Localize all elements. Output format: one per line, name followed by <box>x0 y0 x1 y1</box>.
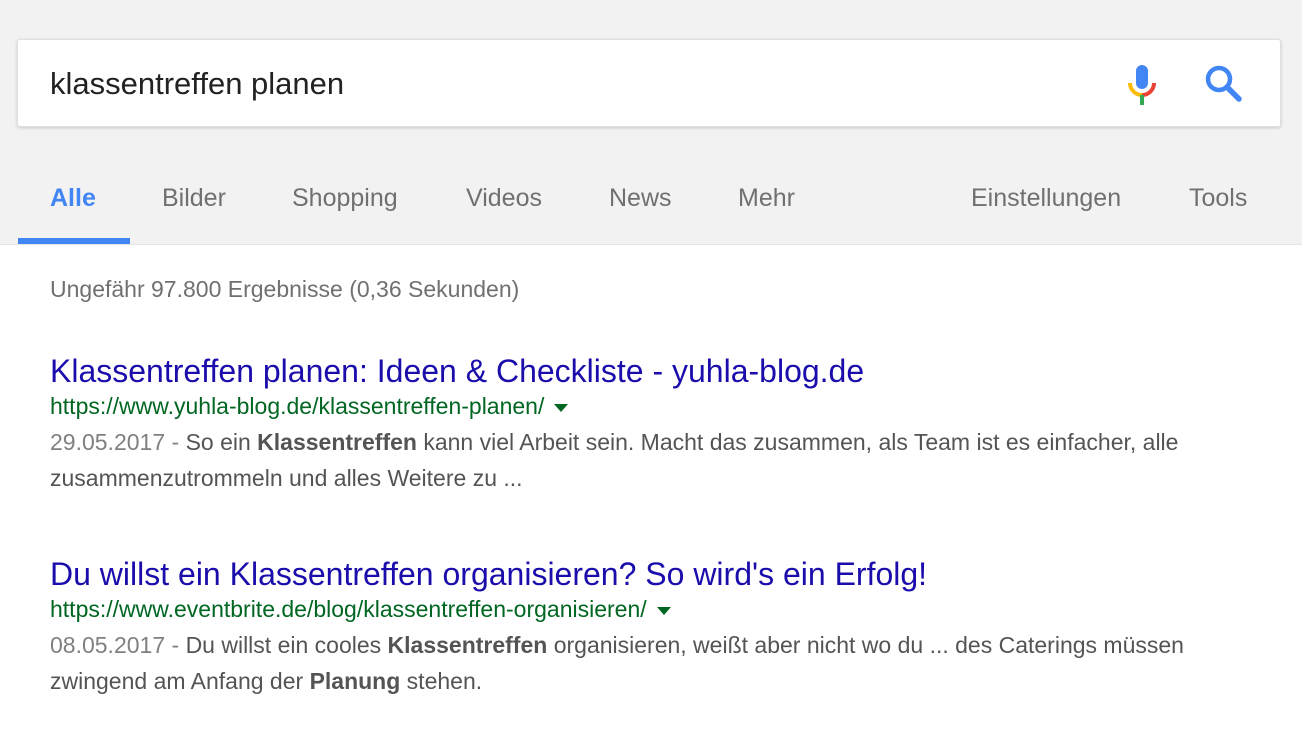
tab-einstellungen[interactable]: Einstellungen <box>971 184 1121 213</box>
snippet-highlight: Planung <box>309 668 401 694</box>
search-box <box>17 39 1281 127</box>
result-title-link[interactable]: Du willst ein Klassentreffen organisiere… <box>50 555 1270 593</box>
search-button[interactable] <box>1202 62 1246 106</box>
dropdown-arrow-icon[interactable] <box>554 403 569 412</box>
result-url[interactable]: https://www.yuhla-blog.de/klassentreffen… <box>50 393 544 419</box>
search-tabs: Alle Bilder Shopping Videos News Mehr Ei… <box>0 168 1302 244</box>
active-tab-indicator <box>18 238 130 244</box>
result-stats: Ungefähr 97.800 Ergebnisse (0,36 Sekunde… <box>50 276 520 302</box>
snippet-highlight: Klassentreffen <box>257 429 417 455</box>
header-area: Alle Bilder Shopping Videos News Mehr Ei… <box>0 0 1302 245</box>
result-url[interactable]: https://www.eventbrite.de/blog/klassentr… <box>50 596 647 622</box>
tab-bilder[interactable]: Bilder <box>162 184 226 213</box>
result-snippet: 08.05.2017 - Du willst ein cooles Klasse… <box>50 627 1270 699</box>
result-title-link[interactable]: Klassentreffen planen: Ideen & Checklist… <box>50 352 1270 390</box>
search-result: Klassentreffen planen: Ideen & Checklist… <box>50 352 1270 496</box>
search-input[interactable] <box>50 64 1050 104</box>
tab-news[interactable]: News <box>609 184 672 213</box>
tab-mehr[interactable]: Mehr <box>738 184 795 213</box>
snippet-text: So ein <box>185 429 258 455</box>
result-date: 08.05.2017 - <box>50 632 180 658</box>
result-date: 29.05.2017 - <box>50 429 180 455</box>
dropdown-arrow-icon[interactable] <box>656 606 671 615</box>
microphone-icon[interactable] <box>1125 63 1161 107</box>
snippet-text: Du willst ein cooles <box>185 632 388 658</box>
tab-shopping[interactable]: Shopping <box>292 184 398 213</box>
snippet-highlight: Klassentreffen <box>387 632 548 658</box>
tab-alle[interactable]: Alle <box>50 184 96 213</box>
tab-videos[interactable]: Videos <box>466 184 542 213</box>
snippet-text: stehen. <box>400 668 483 694</box>
tab-tools[interactable]: Tools <box>1189 184 1247 213</box>
search-result: Du willst ein Klassentreffen organisiere… <box>50 555 1270 699</box>
result-snippet: 29.05.2017 - So ein Klassentreffen kann … <box>50 424 1270 496</box>
magnifier-icon <box>1205 65 1242 102</box>
